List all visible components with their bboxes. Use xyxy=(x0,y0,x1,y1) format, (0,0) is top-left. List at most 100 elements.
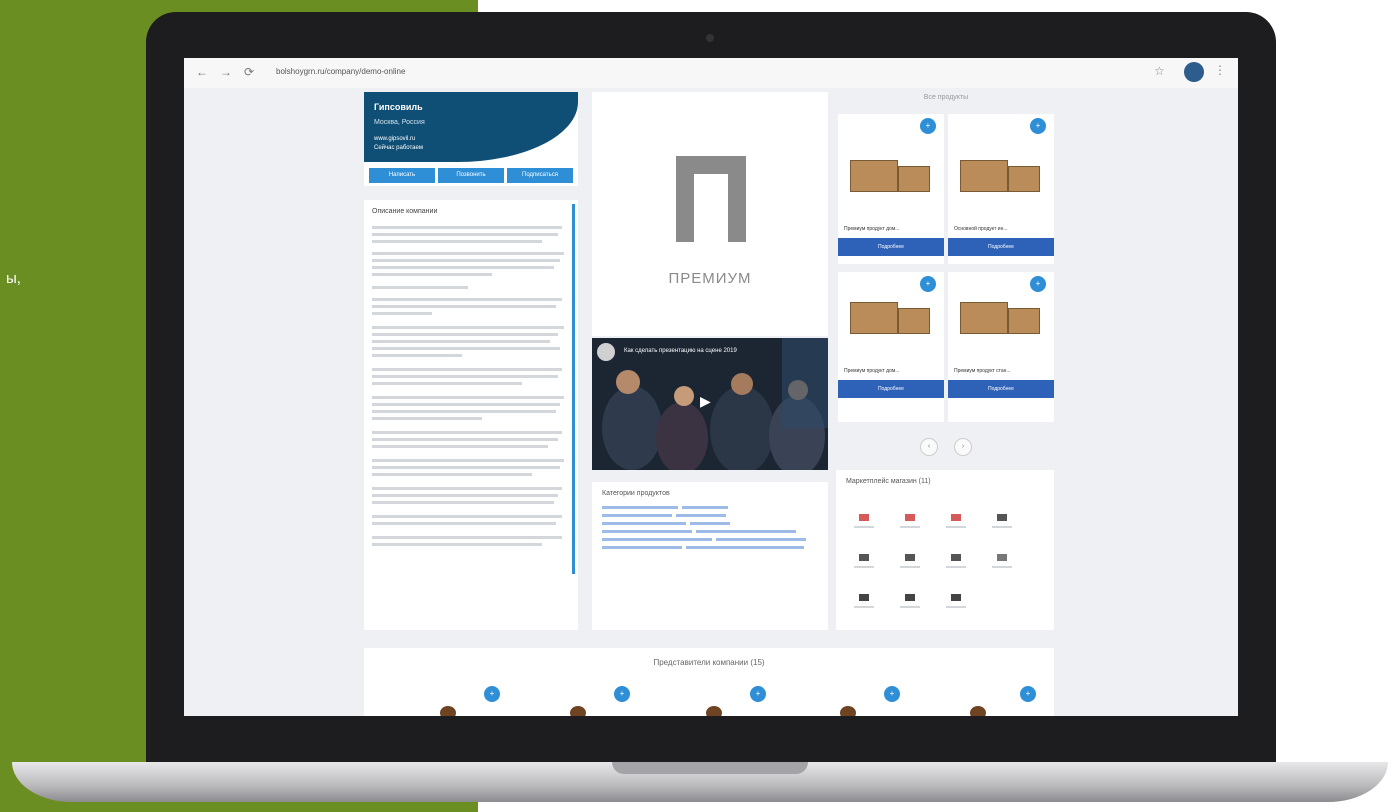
pager-prev-button[interactable]: ‹ xyxy=(920,438,938,456)
product-details-button[interactable]: Подробнее xyxy=(838,380,944,398)
item-caption xyxy=(992,566,1012,568)
representative-avatar[interactable] xyxy=(440,706,456,716)
product-thumb-icon xyxy=(905,514,915,521)
product-thumb-icon xyxy=(997,514,1007,521)
add-icon[interactable]: + xyxy=(920,276,936,292)
address-bar[interactable]: bolshoygrn.ru/company/demo-online xyxy=(276,67,405,76)
text-line xyxy=(372,375,558,378)
text-line xyxy=(372,233,558,236)
reload-icon[interactable]: ⟳ xyxy=(244,65,254,79)
product-thumb-icon xyxy=(951,514,961,521)
representative-avatar[interactable] xyxy=(970,706,986,716)
add-icon[interactable]: + xyxy=(484,686,500,702)
category-link[interactable] xyxy=(602,530,692,533)
item-caption xyxy=(854,606,874,608)
marketplace-item[interactable] xyxy=(988,550,1016,576)
product-thumb-icon xyxy=(859,554,869,561)
marketplace-item[interactable] xyxy=(896,550,924,576)
product-thumb-icon xyxy=(951,554,961,561)
text-line xyxy=(372,543,542,546)
marketplace-item[interactable] xyxy=(896,590,924,616)
add-icon[interactable]: + xyxy=(884,686,900,702)
categories-title: Категории продуктов xyxy=(602,490,670,497)
product-details-button[interactable]: Подробнее xyxy=(948,238,1054,256)
add-icon[interactable]: + xyxy=(1030,118,1046,134)
write-button[interactable]: Написать xyxy=(369,168,435,183)
add-icon[interactable]: + xyxy=(1020,686,1036,702)
representative-avatar[interactable] xyxy=(706,706,722,716)
product-card[interactable]: + Премиум продукт дом... Подробнее xyxy=(838,114,944,264)
product-details-button[interactable]: Подробнее xyxy=(948,380,1054,398)
add-icon[interactable]: + xyxy=(1030,276,1046,292)
representative-avatar[interactable] xyxy=(840,706,856,716)
text-line xyxy=(372,226,562,229)
side-text-fragment: ы, xyxy=(6,270,21,287)
product-card[interactable]: + Премиум продукт дом... Подробнее xyxy=(838,272,944,422)
page-content: Гипсовиль Москва, Россия www.gipsovil.ru… xyxy=(184,88,1238,716)
category-link[interactable] xyxy=(686,546,804,549)
text-line xyxy=(372,273,492,276)
text-line xyxy=(372,410,556,413)
bookmark-star-icon[interactable]: ☆ xyxy=(1154,64,1165,78)
marketplace-item[interactable] xyxy=(850,590,878,616)
item-caption xyxy=(900,606,920,608)
representative-avatar[interactable] xyxy=(570,706,586,716)
category-link[interactable] xyxy=(602,522,686,525)
marketplace-item[interactable] xyxy=(896,510,924,536)
text-line xyxy=(372,438,558,441)
text-line xyxy=(372,298,562,301)
add-icon[interactable]: + xyxy=(614,686,630,702)
text-line xyxy=(372,396,564,399)
marketplace-item[interactable] xyxy=(942,590,970,616)
category-link[interactable] xyxy=(602,546,682,549)
subscribe-button[interactable]: Подписаться xyxy=(507,168,573,183)
item-caption xyxy=(946,566,966,568)
call-button[interactable]: Позвонить xyxy=(438,168,504,183)
company-name: Гипсовиль xyxy=(374,102,423,112)
browser-menu-icon[interactable]: ⋮ xyxy=(1214,63,1226,77)
video-player[interactable]: Как сделать презентацию на сцене 2019 ▶ xyxy=(592,338,828,470)
product-thumb-icon xyxy=(997,554,1007,561)
avatar[interactable] xyxy=(1184,62,1204,82)
logo-wordmark: ПРЕМИУМ xyxy=(668,270,752,287)
text-line xyxy=(372,487,562,490)
item-caption xyxy=(946,606,966,608)
box-icon xyxy=(850,160,898,192)
box-icon xyxy=(1008,308,1040,334)
category-link[interactable] xyxy=(690,522,730,525)
category-link[interactable] xyxy=(682,506,728,509)
product-card[interactable]: + Основной продукт ин... Подробнее xyxy=(948,114,1054,264)
marketplace-item[interactable] xyxy=(988,510,1016,536)
products-title: Все продукты xyxy=(923,94,969,101)
laptop-notch xyxy=(612,762,808,774)
product-name: Премиум продукт дом... xyxy=(844,368,900,374)
add-icon[interactable]: + xyxy=(920,118,936,134)
marketplace-item[interactable] xyxy=(942,510,970,536)
add-icon[interactable]: + xyxy=(750,686,766,702)
category-link[interactable] xyxy=(696,530,796,533)
browser-screen: ← → ⟳ bolshoygrn.ru/company/demo-online … xyxy=(184,58,1238,716)
text-line xyxy=(372,522,556,525)
pager-next-button[interactable]: › xyxy=(954,438,972,456)
product-details-button[interactable]: Подробнее xyxy=(838,238,944,256)
company-website-link[interactable]: www.gipsovil.ru xyxy=(374,136,415,142)
scrollbar[interactable] xyxy=(572,204,575,574)
marketplace-item[interactable] xyxy=(850,550,878,576)
category-link[interactable] xyxy=(602,538,712,541)
marketplace-item[interactable] xyxy=(850,510,878,536)
description-card: Описание компании xyxy=(364,200,578,630)
play-icon[interactable]: ▶ xyxy=(700,393,711,410)
box-icon xyxy=(960,160,1008,192)
category-link[interactable] xyxy=(676,514,726,517)
text-line xyxy=(372,368,562,371)
text-line xyxy=(372,382,522,385)
marketplace-item[interactable] xyxy=(942,550,970,576)
product-thumb-icon xyxy=(951,594,961,601)
category-link[interactable] xyxy=(716,538,806,541)
product-card[interactable]: + Премиум продукт стан... Подробнее xyxy=(948,272,1054,422)
category-link[interactable] xyxy=(602,506,678,509)
forward-arrow-icon[interactable]: → xyxy=(220,65,232,79)
category-link[interactable] xyxy=(602,514,672,517)
back-arrow-icon[interactable]: ← xyxy=(196,65,208,79)
text-line xyxy=(372,340,550,343)
